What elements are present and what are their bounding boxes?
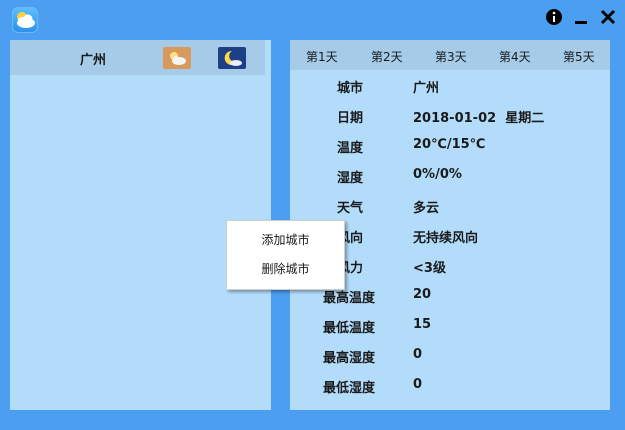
value-weather: 多云 bbox=[413, 201, 440, 216]
minimize-icon bbox=[575, 21, 587, 24]
value-wind-direction: 无持续风向 bbox=[413, 231, 479, 246]
minimize-button[interactable] bbox=[570, 6, 592, 28]
label-humidity: 湿度 bbox=[337, 171, 364, 186]
tab-day-3[interactable]: 第3天 bbox=[435, 48, 467, 65]
city-name: 广州 bbox=[80, 53, 107, 68]
close-button[interactable] bbox=[597, 6, 619, 28]
weather-app-icon bbox=[12, 7, 38, 33]
value-temperature: 20℃/15℃ bbox=[413, 137, 486, 152]
delete-city-menu-item[interactable]: 删除城市 bbox=[227, 256, 344, 282]
info-icon bbox=[546, 9, 562, 25]
label-weather: 天气 bbox=[337, 201, 364, 216]
label-max-humidity: 最高湿度 bbox=[323, 351, 376, 366]
label-temperature: 温度 bbox=[337, 141, 364, 156]
value-humidity: 0%/0% bbox=[413, 167, 462, 182]
info-button[interactable] bbox=[543, 6, 565, 28]
day-tabs: 第1天 第2天 第3天 第4天 第5天 bbox=[290, 40, 610, 70]
tab-day-1[interactable]: 第1天 bbox=[306, 48, 338, 65]
cloudy-night-icon bbox=[218, 47, 246, 69]
add-city-menu-item[interactable]: 添加城市 bbox=[227, 227, 344, 253]
label-city: 城市 bbox=[337, 81, 364, 96]
value-wind-force: <3级 bbox=[413, 261, 446, 276]
value-min-temperature: 15 bbox=[413, 317, 432, 332]
label-min-humidity: 最低湿度 bbox=[323, 381, 376, 396]
value-max-humidity: 0 bbox=[413, 347, 423, 362]
city-list-item[interactable]: 广州 bbox=[10, 40, 265, 75]
value-date: 2018-01-02 星期二 bbox=[413, 111, 545, 126]
label-min-temperature: 最低温度 bbox=[323, 321, 376, 336]
tab-day-2[interactable]: 第2天 bbox=[371, 48, 403, 65]
partly-cloudy-day-icon bbox=[163, 47, 191, 69]
context-menu: 添加城市 删除城市 bbox=[226, 220, 345, 290]
label-date: 日期 bbox=[337, 111, 364, 126]
value-city: 广州 bbox=[413, 81, 440, 96]
tab-day-4[interactable]: 第4天 bbox=[499, 48, 531, 65]
value-min-humidity: 0 bbox=[413, 377, 423, 392]
value-max-temperature: 20 bbox=[413, 287, 432, 302]
close-icon bbox=[600, 9, 616, 25]
tab-day-5[interactable]: 第5天 bbox=[563, 48, 595, 65]
